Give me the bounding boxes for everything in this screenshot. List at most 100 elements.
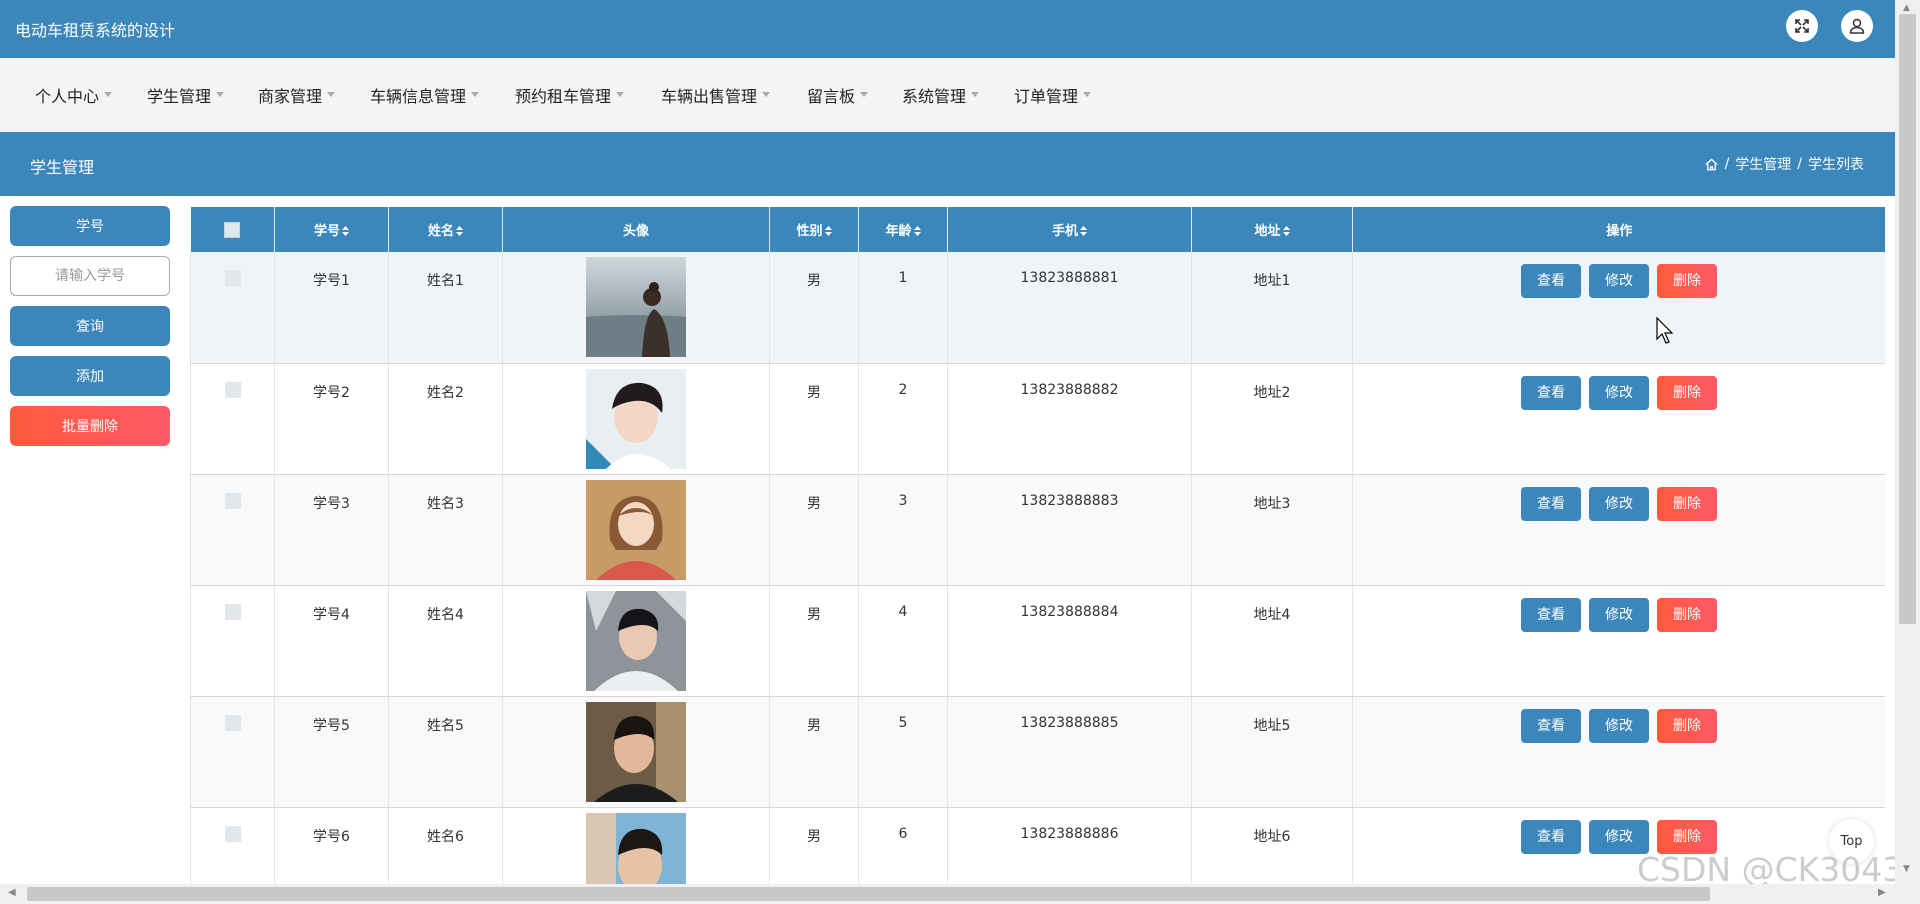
edit-button[interactable]: 修改	[1589, 597, 1649, 632]
view-button[interactable]: 查看	[1521, 264, 1581, 298]
cell-name: 姓名6	[388, 807, 503, 884]
avatar[interactable]	[586, 479, 686, 580]
edit-button[interactable]: 修改	[1589, 819, 1649, 854]
edit-button[interactable]: 修改	[1589, 375, 1649, 410]
cell-actions: 查看 修改 删除	[1352, 696, 1885, 808]
cell-gender: 男	[769, 474, 859, 586]
menu-item-merchant-management[interactable]: 商家管理	[258, 83, 336, 107]
student-table-container: 学号 姓名 头像 性别 年龄 手机 地址 操作 学号1 姓名1 男 1 1382…	[190, 207, 1885, 884]
table-row: 学号4 姓名4 男 4 13823888884 地址4 查看 修改 删除	[190, 585, 1885, 697]
menu-item-reservation[interactable]: 预约租车管理	[515, 83, 625, 107]
cell-phone: 13823888886	[947, 807, 1192, 884]
menu-item-system-management[interactable]: 系统管理	[902, 83, 980, 107]
row-checkbox[interactable]	[224, 603, 241, 620]
column-header-address[interactable]: 地址	[1191, 207, 1353, 252]
breadcrumb-item[interactable]: 学生管理	[1735, 154, 1791, 174]
menu-item-student-management[interactable]: 学生管理	[147, 83, 225, 107]
table-header-row: 学号 姓名 头像 性别 年龄 手机 地址 操作	[190, 207, 1885, 252]
edit-button[interactable]: 修改	[1589, 486, 1649, 521]
home-icon[interactable]	[1704, 157, 1719, 172]
row-checkbox[interactable]	[224, 381, 241, 398]
menu-item-message-board[interactable]: 留言板	[807, 83, 869, 107]
row-checkbox[interactable]	[224, 714, 241, 731]
edit-button[interactable]: 修改	[1589, 264, 1649, 298]
delete-button[interactable]: 删除	[1657, 708, 1717, 743]
cell-avatar	[502, 807, 770, 885]
table-row: 学号3 姓名3 男 3 13823888883 地址3 查看 修改 删除	[190, 474, 1885, 586]
cell-address: 地址1	[1191, 252, 1353, 364]
cell-id: 学号1	[274, 252, 389, 364]
avatar[interactable]	[586, 590, 686, 691]
cell-avatar	[502, 252, 770, 364]
cell-avatar	[502, 585, 770, 697]
view-button[interactable]: 查看	[1521, 708, 1581, 743]
column-header-name[interactable]: 姓名	[388, 207, 503, 252]
row-select-cell	[190, 585, 275, 697]
breadcrumb-item-current: 学生列表	[1808, 157, 1864, 173]
view-button[interactable]: 查看	[1521, 375, 1581, 410]
user-button[interactable]	[1841, 10, 1873, 42]
row-checkbox[interactable]	[224, 825, 241, 842]
menu-item-personal-center[interactable]: 个人中心	[35, 83, 113, 107]
horizontal-scrollbar[interactable]: ◀ ▶	[0, 884, 1895, 904]
delete-button[interactable]: 删除	[1657, 597, 1717, 632]
scroll-up-icon[interactable]: ▲	[1903, 3, 1910, 13]
fullscreen-button[interactable]	[1786, 10, 1818, 42]
menu-item-vehicle-sales[interactable]: 车辆出售管理	[661, 83, 771, 107]
column-header-id[interactable]: 学号	[274, 207, 389, 252]
student-id-search-input[interactable]	[10, 256, 170, 296]
app-title: 电动车租赁系统的设计	[15, 21, 176, 40]
sort-icon	[913, 225, 921, 236]
sort-icon	[456, 225, 463, 236]
cell-gender: 男	[769, 252, 859, 364]
edit-button[interactable]: 修改	[1589, 708, 1649, 743]
avatar[interactable]	[586, 701, 686, 802]
cell-age: 1	[858, 252, 948, 364]
cell-address: 地址3	[1191, 474, 1353, 586]
view-button[interactable]: 查看	[1521, 819, 1581, 854]
column-header-gender[interactable]: 性别	[769, 207, 859, 252]
row-checkbox[interactable]	[224, 492, 241, 509]
delete-button[interactable]: 删除	[1657, 375, 1717, 410]
vertical-scrollbar[interactable]: ▲ ▼	[1895, 0, 1920, 904]
menu-item-vehicle-info[interactable]: 车辆信息管理	[370, 83, 480, 107]
scroll-left-icon[interactable]: ◀	[8, 887, 16, 898]
cell-age: 2	[858, 363, 948, 475]
scroll-down-icon[interactable]: ▼	[1903, 864, 1910, 874]
cell-name: 姓名1	[388, 252, 503, 364]
cell-avatar	[502, 363, 770, 475]
cell-phone: 13823888881	[947, 252, 1192, 364]
query-button[interactable]: 查询	[10, 306, 170, 346]
cell-avatar	[502, 474, 770, 586]
chevron-down-icon	[216, 92, 225, 97]
avatar[interactable]	[586, 812, 686, 885]
table-row: 学号5 姓名5 男 5 13823888885 地址5 查看 修改 删除	[190, 696, 1885, 808]
cell-address: 地址2	[1191, 363, 1353, 475]
cell-address: 地址4	[1191, 585, 1353, 697]
delete-button[interactable]: 删除	[1657, 486, 1717, 521]
view-button[interactable]: 查看	[1521, 486, 1581, 521]
cell-phone: 13823888885	[947, 696, 1192, 808]
cell-actions: 查看 修改 删除	[1352, 585, 1885, 697]
horizontal-scroll-thumb[interactable]	[27, 887, 1710, 901]
delete-button[interactable]: 删除	[1657, 819, 1717, 854]
avatar[interactable]	[586, 368, 686, 469]
scroll-right-icon[interactable]: ▶	[1878, 887, 1886, 898]
row-checkbox[interactable]	[224, 270, 241, 286]
batch-delete-button[interactable]: 批量删除	[10, 406, 170, 446]
column-header-phone[interactable]: 手机	[947, 207, 1192, 252]
vertical-scroll-thumb[interactable]	[1899, 14, 1916, 624]
user-icon	[1849, 18, 1865, 34]
cell-age: 5	[858, 696, 948, 808]
cell-id: 学号2	[274, 363, 389, 475]
cell-address: 地址6	[1191, 807, 1353, 884]
student-id-label: 学号	[10, 206, 170, 246]
main-menu: 个人中心 学生管理 商家管理 车辆信息管理 预约租车管理 车辆出售管理 留言板 …	[0, 58, 1895, 132]
select-all-checkbox[interactable]	[224, 221, 241, 238]
menu-item-order-management[interactable]: 订单管理	[1014, 83, 1092, 107]
delete-button[interactable]: 删除	[1657, 264, 1717, 298]
view-button[interactable]: 查看	[1521, 597, 1581, 632]
avatar[interactable]	[586, 257, 686, 357]
add-button[interactable]: 添加	[10, 356, 170, 396]
column-header-age[interactable]: 年龄	[858, 207, 948, 252]
